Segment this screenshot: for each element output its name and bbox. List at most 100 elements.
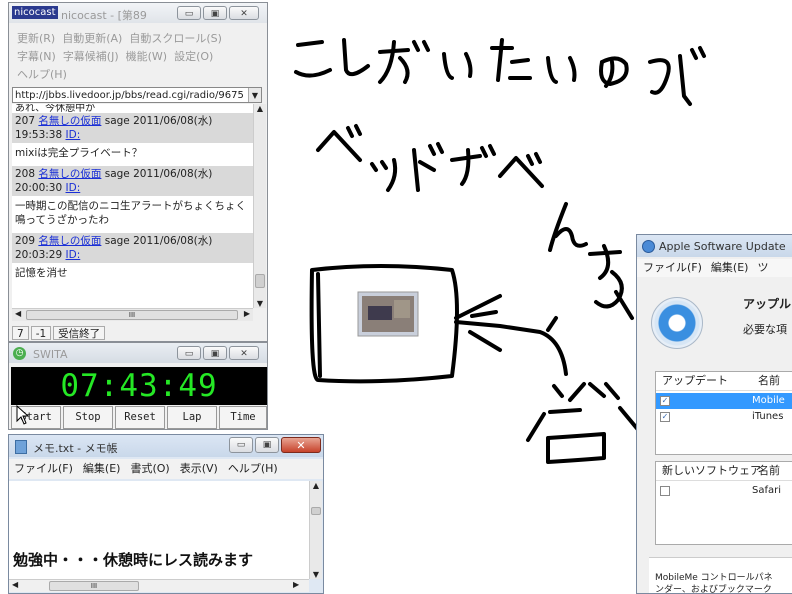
post-body-line: 記憶を消せ	[15, 267, 68, 279]
lap-button[interactable]: Lap	[167, 406, 217, 429]
nicocast-menubar-row1: 更新(R) 自動更新(A) 自動スクロール(S)	[17, 30, 222, 46]
minimize-icon[interactable]: ▭	[177, 346, 201, 360]
menu-help[interactable]: ヘルプ(H)	[223, 462, 283, 475]
minimize-icon[interactable]: ▭	[177, 6, 201, 20]
menu-tools[interactable]: ツ	[751, 261, 771, 274]
notepad-window[interactable]: メモ.txt - メモ帳 ▭ ▣ ✕ ファイル(F) 編集(E) 書式(O) 表示(V…	[8, 434, 324, 594]
post-time: 20:00:30	[15, 182, 63, 194]
hscroll-thumb[interactable]: III	[26, 310, 238, 320]
post-header: 209 名無しの仮面 sage 2011/06/08(水) 20:03:29 ID…	[12, 233, 253, 263]
menu-help[interactable]: ヘルプ(H)	[17, 68, 67, 81]
menu-refresh[interactable]: 更新(R)	[17, 32, 55, 45]
menu-file[interactable]: ファイル(F)	[637, 261, 705, 274]
post-id-link[interactable]: ID:	[66, 129, 81, 141]
post-number: 208	[15, 168, 36, 180]
new-software-header: 新しいソフトウェア 名前	[656, 462, 792, 481]
scroll-right-icon[interactable]: ▶	[293, 580, 299, 589]
post-body: 記憶を消せ	[12, 263, 253, 286]
scroll-right-icon[interactable]: ▶	[244, 309, 250, 318]
asu-title: Apple Software Update	[659, 240, 786, 253]
nicocast-titlebar[interactable]: nicocast nicocast - [第89 ▭ ▣ ✕	[9, 3, 267, 23]
post-header: 207 名無しの仮面 sage 2011/06/08(水) 19:53:38 ID…	[12, 113, 253, 143]
menu-edit[interactable]: 編集(E)	[78, 462, 126, 475]
menu-auto-refresh[interactable]: 自動更新(A)	[62, 32, 122, 45]
menu-settings[interactable]: 設定(O)	[174, 50, 213, 63]
software-update-logo-icon	[651, 297, 703, 349]
notepad-scroll-thumb[interactable]	[311, 507, 321, 515]
menu-edit[interactable]: 編集(E)	[705, 261, 752, 274]
menu-subtitle[interactable]: 字幕(N)	[17, 50, 56, 63]
checkbox-icon[interactable]	[660, 486, 670, 496]
new-software-panel[interactable]: 新しいソフトウェア 名前 Safari	[655, 461, 792, 545]
new-name: Safari	[752, 485, 782, 496]
notepad-icon	[15, 440, 27, 454]
menu-view[interactable]: 表示(V)	[175, 462, 223, 475]
updates-col-name: 名前	[758, 374, 780, 387]
reset-button[interactable]: Reset	[115, 406, 165, 429]
post-number: 207	[15, 115, 36, 127]
menu-file[interactable]: ファイル(F)	[9, 462, 78, 475]
post-body-line: 鳴ってうざかったわ	[15, 214, 109, 226]
asu-menubar: ファイル(F) 編集(E) ツ	[637, 259, 792, 277]
post-date: 2011/06/08(水)	[133, 235, 213, 247]
post-author-link[interactable]: 名無しの仮面	[38, 168, 101, 180]
maximize-icon[interactable]: ▣	[203, 6, 227, 20]
nicocast-window[interactable]: nicocast nicocast - [第89 ▭ ▣ ✕ 更新(R) 自動更…	[8, 2, 268, 342]
status-offset: -1	[30, 326, 52, 340]
menu-auto-scroll[interactable]: 自動スクロール(S)	[129, 32, 222, 45]
notepad-titlebar[interactable]: メモ.txt - メモ帳 ▭ ▣ ✕	[9, 435, 323, 457]
posts-hscrollbar[interactable]: ◀ III ▶	[12, 308, 253, 321]
maximize-icon[interactable]: ▣	[203, 346, 227, 360]
scroll-left-icon[interactable]: ◀	[15, 309, 21, 318]
post-author-link[interactable]: 名無しの仮面	[38, 235, 101, 247]
minimize-icon[interactable]: ▭	[229, 437, 253, 453]
nicocast-logo: nicocast	[12, 6, 58, 19]
post-header: 208 名無しの仮面 sage 2011/06/08(水) 20:00:30 ID…	[12, 166, 253, 196]
scroll-up-icon[interactable]: ▲	[310, 481, 322, 490]
close-icon[interactable]: ✕	[229, 346, 259, 360]
asu-heading: アップル	[743, 297, 792, 311]
checkbox-icon[interactable]: ✓	[660, 412, 670, 422]
posts-list[interactable]: あれ、今休憩中か 207 名無しの仮面 sage 2011/06/08(水) 19…	[12, 104, 253, 308]
notepad-text-area[interactable]: 勉強中・・・休憩時にレス読みます	[9, 481, 309, 579]
asu-description: MobileMe コントロールパネ ンダー、およびブックマーク	[655, 572, 773, 593]
new-row-safari[interactable]: Safari	[656, 483, 792, 499]
dropdown-arrow-icon[interactable]: ▼	[248, 88, 261, 102]
swita-window[interactable]: ◷ SWITA ▭ ▣ ✕ 07:43:49 Start Stop Reset …	[8, 342, 268, 430]
scroll-down-icon[interactable]: ▼	[310, 570, 322, 579]
notepad-vscrollbar[interactable]: ▲ ▼	[309, 481, 322, 579]
scroll-left-icon[interactable]: ◀	[12, 580, 18, 589]
posts-scroll-thumb[interactable]	[255, 274, 265, 288]
scroll-down-icon[interactable]: ▼	[254, 299, 266, 308]
updates-panel[interactable]: アップデート 名前 ✓ Mobile ✓ iTunes	[655, 371, 792, 455]
checkbox-icon[interactable]: ✓	[660, 396, 670, 406]
notepad-hscroll-thumb[interactable]: III	[49, 581, 139, 591]
notepad-text: 勉強中・・・休憩時にレス読みます	[13, 551, 254, 569]
scroll-up-icon[interactable]: ▲	[254, 104, 266, 113]
status-count: 7	[12, 326, 29, 340]
menu-subtitle-candidates[interactable]: 字幕候補(J)	[63, 50, 119, 63]
asu-description-line1: MobileMe コントロールパネ	[655, 573, 773, 583]
thread-url-field[interactable]: http://jbbs.livedoor.jp/bbs/read.cgi/rad…	[12, 87, 262, 103]
swita-titlebar[interactable]: ◷ SWITA ▭ ▣ ✕	[9, 343, 267, 363]
post-id-link[interactable]: ID:	[66, 182, 81, 194]
menu-functions[interactable]: 機能(W)	[126, 50, 167, 63]
posts-vscrollbar[interactable]: ▲ ▼	[253, 104, 266, 308]
update-row-itunes[interactable]: ✓ iTunes	[656, 409, 792, 425]
close-icon[interactable]: ✕	[281, 437, 321, 453]
asu-titlebar[interactable]: Apple Software Update	[637, 235, 792, 257]
stop-button[interactable]: Stop	[63, 406, 113, 429]
asu-description-box: MobileMe コントロールパネ ンダー、およびブックマーク	[649, 557, 792, 593]
menu-format[interactable]: 書式(O)	[125, 462, 174, 475]
notepad-hscrollbar[interactable]: ◀ III ▶	[9, 579, 309, 592]
update-row-mobileme[interactable]: ✓ Mobile	[656, 393, 792, 409]
apple-software-update-window[interactable]: Apple Software Update ファイル(F) 編集(E) ツ アップル…	[636, 234, 792, 594]
maximize-icon[interactable]: ▣	[255, 437, 279, 453]
post-author-link[interactable]: 名無しの仮面	[38, 115, 101, 127]
notepad-title: メモ.txt - メモ帳	[33, 442, 118, 455]
asu-subtext: 必要な項	[743, 323, 787, 336]
nicocast-menubar-row3: ヘルプ(H)	[17, 66, 67, 82]
close-icon[interactable]: ✕	[229, 6, 259, 20]
time-button[interactable]: Time	[219, 406, 267, 429]
post-id-link[interactable]: ID:	[66, 249, 81, 261]
